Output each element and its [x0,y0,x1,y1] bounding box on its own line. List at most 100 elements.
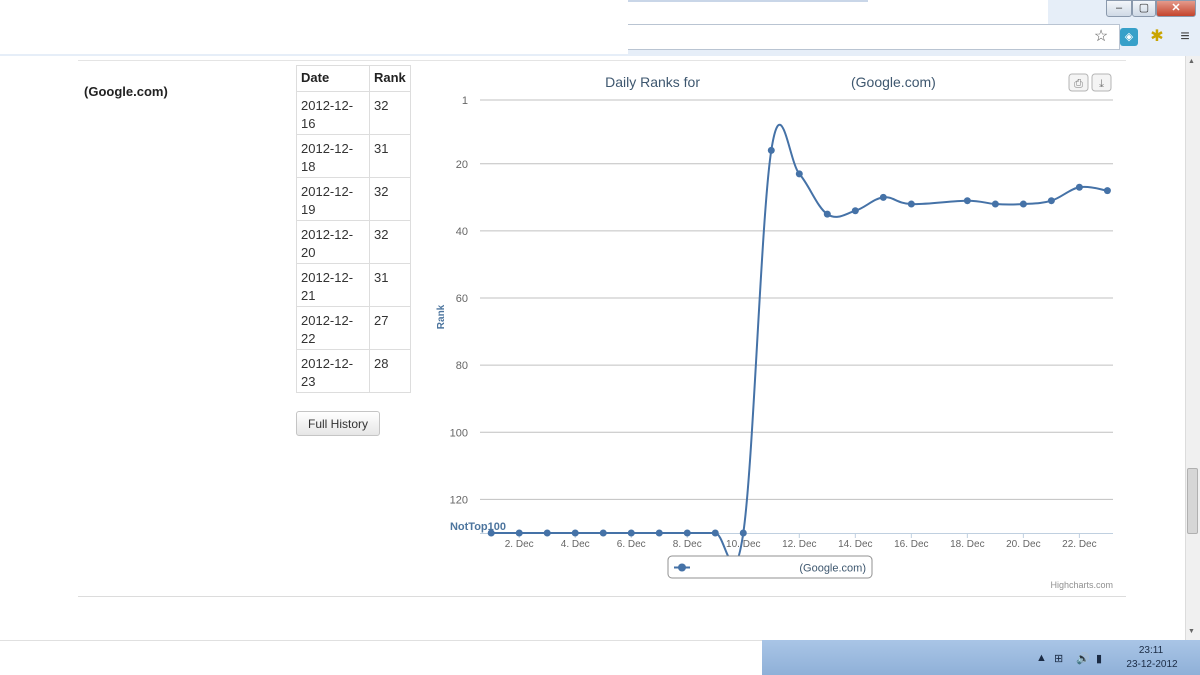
divider [78,596,1126,597]
scrollbar-thumb[interactable] [1187,468,1198,534]
column-header-date: Date [296,65,370,92]
minimize-button[interactable]: – [1106,0,1132,17]
data-point[interactable] [851,207,859,215]
rank-cell: 31 [369,134,411,178]
date-cell: 2012-12-22 [296,306,370,350]
x-tick-label: 14. Dec [838,539,872,550]
data-point[interactable] [767,146,775,154]
rank-table: Date Rank 2012-12-16 32 2012-12-18 31 20… [296,65,411,393]
data-point[interactable] [1047,197,1055,205]
chart-credit[interactable]: Highcharts.com [1050,580,1113,590]
data-point[interactable] [795,170,803,178]
table-row: 2012-12-22 27 [296,306,411,350]
data-point[interactable] [1075,183,1083,191]
data-point[interactable] [543,529,551,537]
address-bar-left[interactable] [0,24,628,54]
x-tick-label: 4. Dec [561,539,590,550]
chart-title-suffix: (Google.com) [851,74,936,90]
data-point[interactable] [739,529,747,537]
x-tick-label: 10. Dec [726,539,760,550]
table-header-row: Date Rank [296,65,411,92]
print-icon: ⎙ [1074,78,1083,90]
rank-cell: 31 [369,263,411,307]
network-icon[interactable]: ⊞ [1054,652,1063,665]
table-row: 2012-12-19 32 [296,177,411,221]
x-tick-label: 8. Dec [673,539,702,550]
chart-title: Daily Ranks for [605,74,700,90]
data-point[interactable] [823,210,831,218]
close-button[interactable]: ✕ [1156,0,1196,17]
scroll-down-arrow-icon[interactable]: ▼ [1188,628,1195,635]
scroll-up-arrow-icon[interactable]: ▲ [1188,58,1195,65]
full-history-button[interactable]: Full History [296,411,380,436]
x-tick-label: 16. Dec [894,539,928,550]
data-point[interactable] [711,529,719,537]
address-bar[interactable] [628,24,1120,50]
date-cell: 2012-12-23 [296,349,370,393]
volume-icon[interactable]: 🔊 [1076,652,1090,665]
star-icon[interactable]: ☆ [1092,28,1110,46]
clock-time[interactable]: 23:11 [1126,645,1176,656]
data-point[interactable] [879,193,887,201]
download-button[interactable]: ⤓ [1091,73,1112,92]
y-axis-title: Rank [436,304,447,329]
print-button[interactable]: ⎙ [1068,73,1089,92]
extension-gear-icon[interactable]: ✱ [1148,28,1166,46]
data-point[interactable] [963,197,971,205]
data-point[interactable] [571,529,579,537]
taskbar-left-area [0,640,762,675]
rank-chart: 120406080100120 2. Dec 4. Dec 6. Dec 8. Dec… [436,73,1113,590]
y-tick-label: 60 [456,293,468,305]
data-point[interactable] [1019,200,1027,208]
tray-expand-icon[interactable]: ▲ [1036,652,1047,664]
clock-date[interactable]: 23-12-2012 [1122,659,1182,670]
table-row: 2012-12-23 28 [296,349,411,393]
tab-strip [0,0,1048,24]
data-point[interactable] [907,200,915,208]
y-tick-label: 20 [456,159,468,171]
legend[interactable]: (Google.com) [667,555,873,579]
x-tick-label: 6. Dec [617,539,646,550]
rank-cell: 32 [369,220,411,264]
series-line-path [491,123,1108,565]
y-tick-label: 80 [456,360,468,372]
y-tick-label: 1 [462,95,468,107]
y-tick-label: 40 [456,226,468,238]
nottop100-label: NotTop100 [450,521,506,533]
column-header-rank: Rank [369,65,411,92]
y-tick-label: 100 [450,427,468,439]
x-tick-label: 22. Dec [1062,539,1096,550]
rank-cell: 32 [369,177,411,221]
legend-marker-icon [678,563,686,572]
menu-icon[interactable]: ≡ [1176,28,1194,46]
table-row: 2012-12-21 31 [296,263,411,307]
table-row: 2012-12-16 32 [296,91,411,135]
series-line [491,123,1108,565]
download-icon: ⤓ [1099,78,1104,90]
data-point[interactable] [655,529,663,537]
data-point[interactable] [599,529,607,537]
legend-series-label: (Google.com) [799,563,866,575]
x-tick-label: 12. Dec [782,539,816,550]
data-point[interactable] [515,529,523,537]
vertical-scrollbar[interactable] [1185,56,1200,640]
data-point[interactable] [991,200,999,208]
data-point[interactable] [683,529,691,537]
x-tick-label: 20. Dec [1006,539,1040,550]
rank-cell: 32 [369,91,411,135]
date-cell: 2012-12-20 [296,220,370,264]
data-point[interactable] [627,529,635,537]
rank-cell: 28 [369,349,411,393]
signal-icon[interactable]: ▮ [1096,652,1102,665]
date-cell: 2012-12-16 [296,91,370,135]
gridlines [480,99,1113,534]
rank-cell: 27 [369,306,411,350]
date-cell: 2012-12-18 [296,134,370,178]
maximize-button[interactable]: ▢ [1132,0,1156,17]
table-row: 2012-12-18 31 [296,134,411,178]
extension-icon[interactable]: ◈ [1120,28,1138,46]
y-axis-ticks: 120406080100120 [450,95,468,506]
data-point[interactable] [1103,187,1111,195]
site-label: (Google.com) [84,84,168,99]
x-axis-ticks: 2. Dec 4. Dec 6. Dec 8. Dec 10. Dec 12. Dec 14… [505,533,1097,550]
